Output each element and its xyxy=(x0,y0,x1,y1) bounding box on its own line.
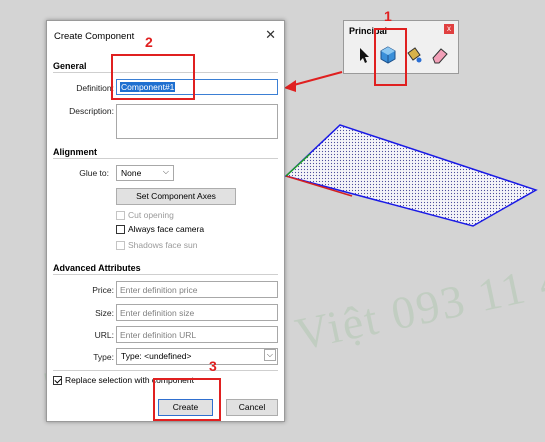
cut-opening-label: Cut opening xyxy=(128,210,174,220)
size-input[interactable] xyxy=(116,304,278,321)
toolbar-title: Principal xyxy=(349,26,388,36)
arrow-line xyxy=(289,71,343,87)
annotation-number-3: 3 xyxy=(209,358,217,374)
cancel-button[interactable]: Cancel xyxy=(226,399,278,416)
type-select[interactable]: Type: <undefined> ⌵ xyxy=(116,348,278,365)
glue-to-value: None xyxy=(121,168,142,178)
type-value: Type: <undefined> xyxy=(121,351,192,361)
toolbar-close-icon[interactable]: x xyxy=(444,24,454,34)
paint-bucket-icon[interactable] xyxy=(404,45,424,65)
definition-input[interactable]: Component#1 xyxy=(116,79,278,95)
principal-toolbar: Principal x xyxy=(343,20,459,74)
size-label: Size: xyxy=(95,308,114,318)
glue-to-select[interactable]: None ⌵ xyxy=(116,165,174,181)
dialog-close-icon[interactable]: ✕ xyxy=(265,27,276,43)
description-label: Description: xyxy=(69,106,114,116)
description-textarea[interactable] xyxy=(116,104,278,139)
chevron-down-icon: ⌵ xyxy=(162,167,169,176)
dialog-title: Create Component xyxy=(54,31,135,42)
make-component-icon[interactable] xyxy=(378,45,398,65)
definition-label: Definition: xyxy=(76,83,114,93)
create-button[interactable]: Create xyxy=(158,399,213,416)
shadows-face-sun-checkbox[interactable] xyxy=(116,240,125,250)
glue-to-label: Glue to: xyxy=(79,168,109,178)
replace-selection-checkbox[interactable] xyxy=(53,375,62,385)
alignment-heading: Alignment xyxy=(53,147,97,157)
type-label: Type: xyxy=(93,352,114,362)
eraser-icon[interactable] xyxy=(430,45,450,65)
shadows-face-sun-label: Shadows face sun xyxy=(128,240,198,250)
bottom-divider xyxy=(53,370,278,371)
advanced-attributes-heading: Advanced Attributes xyxy=(53,263,141,273)
always-face-camera-checkbox[interactable] xyxy=(116,224,125,234)
shadows-face-sun-row[interactable]: Shadows face sun xyxy=(116,240,197,250)
replace-selection-label: Replace selection with component xyxy=(65,375,194,385)
arrow-head xyxy=(284,80,296,92)
always-face-camera-row[interactable]: Always face camera xyxy=(116,224,204,234)
definition-value: Component#1 xyxy=(120,82,176,92)
always-face-camera-label: Always face camera xyxy=(128,224,205,234)
cut-opening-checkbox[interactable] xyxy=(116,210,125,220)
type-chevron-down-icon: ⌵ xyxy=(263,349,276,361)
advanced-divider xyxy=(53,274,278,275)
general-divider xyxy=(53,72,278,73)
price-input[interactable] xyxy=(116,281,278,298)
price-label: Price: xyxy=(92,285,114,295)
replace-selection-row[interactable]: Replace selection with component xyxy=(53,375,194,385)
annotation-number-2: 2 xyxy=(145,34,153,50)
annotation-number-1: 1 xyxy=(384,8,392,24)
cut-opening-row[interactable]: Cut opening xyxy=(116,210,174,220)
general-heading: General xyxy=(53,61,87,71)
selected-rectangle-face[interactable] xyxy=(284,124,538,227)
create-component-dialog: Create Component ✕ General Definition: C… xyxy=(46,20,285,422)
alignment-divider xyxy=(53,158,278,159)
url-label: URL: xyxy=(94,330,114,340)
url-input[interactable] xyxy=(116,326,278,343)
set-component-axes-button[interactable]: Set Component Axes xyxy=(116,188,236,205)
select-arrow-icon[interactable] xyxy=(354,45,374,65)
